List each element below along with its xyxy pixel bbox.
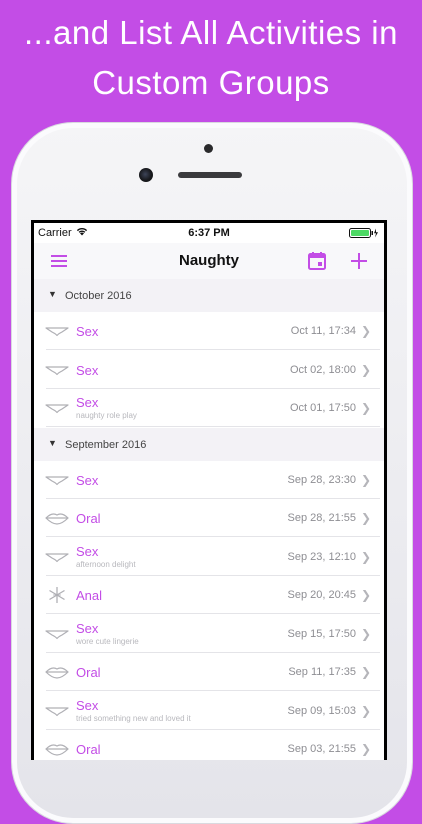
activity-date: Oct 11, 17:34 (290, 325, 356, 337)
collapse-triangle-icon[interactable]: ▼ (48, 289, 57, 299)
front-camera (139, 168, 153, 182)
activity-date: Sep 15, 17:50 (287, 627, 356, 640)
chevron-right-icon: ❯ (360, 742, 371, 756)
activity-icon (45, 322, 69, 340)
chevron-right-icon: ❯ (360, 472, 371, 487)
lingerie-icon (45, 327, 69, 337)
chevron-right-icon: ❯ (360, 665, 371, 679)
activity-icon (45, 586, 69, 604)
lips-icon (45, 667, 69, 679)
activity-icon (45, 361, 69, 379)
activity-row[interactable]: Oral Sep 03, 21:55 ❯ (34, 730, 384, 760)
activity-name: Sex (76, 362, 99, 378)
activity-date: Sep 11, 17:35 (288, 666, 356, 678)
activity-date: Sep 03, 21:55 (287, 743, 356, 755)
lips-icon (45, 513, 69, 525)
activity-row[interactable]: Sex tried something new and loved it Sep 0… (34, 691, 384, 730)
activity-date: Oct 01, 17:50 (289, 402, 356, 414)
lingerie-icon (45, 365, 69, 375)
activity-name: Oral (76, 665, 101, 680)
activity-icon (45, 548, 69, 566)
activity-name: Anal (76, 588, 103, 603)
activity-icon (45, 702, 69, 720)
activity-icon (45, 471, 69, 489)
activity-row[interactable]: Sex afternoon delight Sep 23, 12:10 ❯ (34, 537, 384, 576)
earpiece-speaker (178, 172, 242, 178)
activity-name: Sex (76, 324, 99, 339)
lingerie-icon (45, 475, 69, 485)
activity-note: tried something new and loved it (76, 713, 191, 723)
lips-icon (45, 744, 69, 756)
activity-date: Sep 23, 12:10 (287, 550, 356, 563)
activity-row[interactable]: Oral Sep 11, 17:35 ❯ (34, 653, 384, 691)
activity-note: naughty role play (76, 411, 137, 420)
activity-date: Sep 28, 21:55 (287, 512, 356, 524)
activity-date: Sep 09, 15:03 (287, 704, 356, 717)
chevron-right-icon: ❯ (360, 549, 371, 564)
activity-date: Sep 20, 20:45 (287, 589, 356, 601)
section-label: September 2016 (65, 438, 147, 451)
chevron-right-icon: ❯ (360, 626, 371, 641)
nav-bar: Naughty (34, 243, 384, 280)
activity-row[interactable]: Sex Sep 28, 23:30 ❯ (34, 460, 384, 499)
activity-name: Sex (76, 697, 99, 713)
chevron-right-icon: ❯ (360, 362, 371, 377)
section-label: October 2016 (65, 290, 132, 302)
app-screen: Carrier 6:37 PM Naughty ▼ October 2016 S… (34, 223, 384, 760)
activity-note: afternoon delight (76, 559, 136, 569)
activity-row[interactable]: Sex wore cute lingerie Sep 15, 17:50 ❯ (34, 614, 384, 653)
chevron-right-icon: ❯ (360, 401, 371, 415)
lingerie-icon (45, 404, 69, 414)
collapse-triangle-icon[interactable]: ▼ (48, 438, 57, 448)
status-bar: Carrier 6:37 PM (34, 223, 384, 243)
activity-row[interactable]: Anal Sep 20, 20:45 ❯ (34, 576, 384, 614)
proximity-sensor (204, 144, 213, 153)
battery-icon (349, 228, 378, 238)
chevron-right-icon: ❯ (360, 511, 371, 525)
activity-row[interactable]: Oral Sep 28, 21:55 ❯ (34, 499, 384, 537)
activity-row[interactable]: Sex naughty role play Oct 01, 17:50 ❯ (34, 389, 384, 427)
activity-name: Sex (76, 620, 99, 636)
activity-icon (45, 399, 69, 417)
add-icon[interactable] (348, 250, 370, 272)
activity-row[interactable]: Sex Oct 11, 17:34 ❯ (34, 312, 384, 350)
activity-row[interactable]: Sex Oct 02, 18:00 ❯ (34, 350, 384, 389)
chevron-right-icon: ❯ (360, 588, 371, 602)
section-header[interactable]: ▼ September 2016 (34, 427, 384, 461)
asterisk-icon (49, 587, 65, 603)
calendar-icon[interactable] (306, 250, 328, 272)
lingerie-icon (45, 552, 69, 562)
activity-icon (45, 740, 69, 758)
promo-headline-line1: ...and List All Activities in (23, 14, 398, 51)
chevron-right-icon: ❯ (360, 703, 371, 718)
chevron-right-icon: ❯ (360, 324, 371, 338)
activity-date: Oct 02, 18:00 (289, 363, 356, 376)
promo-headline-line2: Custom Groups (92, 64, 330, 101)
activity-icon (45, 663, 69, 681)
phone-screen: Carrier 6:37 PM Naughty ▼ October 2016 S… (31, 220, 387, 760)
page-title: Naughty (179, 252, 239, 269)
activity-date: Sep 28, 23:30 (287, 473, 356, 486)
activity-name: Oral (76, 511, 101, 526)
lingerie-icon (45, 629, 69, 639)
section-header[interactable]: ▼ October 2016 (34, 279, 384, 312)
activity-icon (45, 509, 69, 527)
lingerie-icon (45, 706, 69, 716)
activity-name: Sex (76, 472, 99, 488)
activity-note: wore cute lingerie (76, 636, 139, 646)
activity-name: Sex (76, 543, 99, 559)
activity-icon (45, 625, 69, 643)
status-time: 6:37 PM (188, 227, 230, 239)
activity-name: Sex (76, 395, 99, 410)
